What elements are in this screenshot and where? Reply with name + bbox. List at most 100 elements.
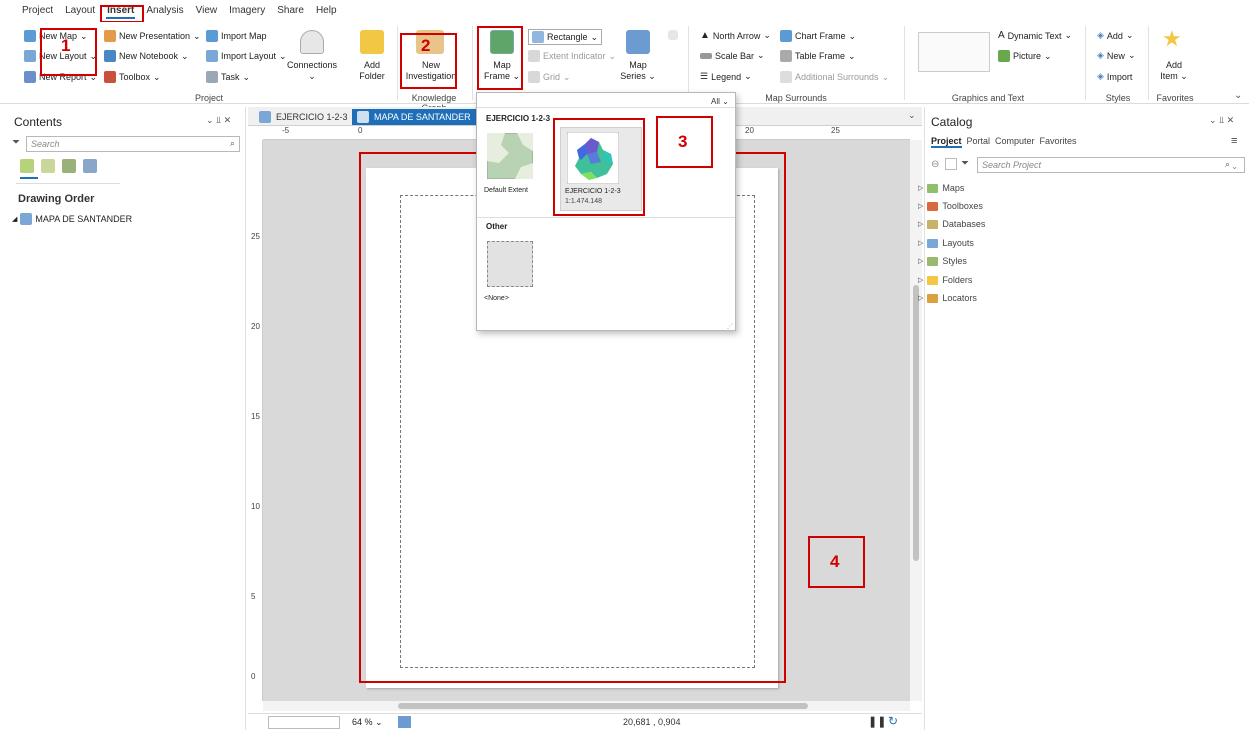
search-icon[interactable]: ⌕ ⌄ [1225,159,1237,170]
import-map-icon [206,30,218,42]
grid-button[interactable]: Grid ⌄ [528,71,571,83]
gallery-item-none[interactable]: <None> [484,239,544,303]
expand-icon[interactable]: ▷ [918,294,923,302]
menu-layout[interactable]: Layout [59,2,101,20]
insert-highlight-box [100,5,144,23]
scale-bar-button[interactable]: Scale Bar ⌄ [700,50,765,61]
add-folder-icon [360,30,384,54]
table-frame-button[interactable]: Table Frame ⌄ [780,50,856,62]
group-separator [472,26,473,100]
connections-button[interactable]: Connections ⌄ [286,60,338,82]
catalog-item-locators[interactable]: ▷ Locators [918,293,977,303]
new-notebook-button[interactable]: New Notebook ⌄ [104,50,189,62]
expand-icon[interactable]: ◢ [12,215,17,223]
pane-options-icon[interactable]: ⌄ ⫫ ✕ [206,115,231,126]
selection-icon[interactable] [41,159,55,173]
search-icon[interactable]: ⌕ [230,138,235,149]
gallery-filter[interactable]: All ⌄ [711,97,729,106]
catalog-item-layouts[interactable]: ▷ Layouts [918,238,974,248]
menu-help[interactable]: Help [310,2,343,20]
catalog-item-maps[interactable]: ▷ Maps [918,183,964,193]
picture-icon [998,50,1010,62]
dynamic-text-button[interactable]: A Dynamic Text ⌄ [998,30,1072,41]
tab-ejercicio[interactable]: EJERCICIO 1-2-3 [254,109,354,125]
toolbox-button[interactable]: Toolbox ⌄ [104,71,161,83]
favorites-group-label: Favorites [1156,93,1194,103]
drawing-order-icon[interactable] [20,159,34,173]
editing-icon[interactable] [62,159,76,173]
expand-icon[interactable]: ▷ [918,276,923,284]
chevron-down-icon: ⌄ [193,30,201,41]
chevron-down-icon: ⌄ [722,97,729,106]
menu-analysis[interactable]: Analysis [140,2,189,20]
maps-folder-icon [927,183,939,193]
catalog-item-folders[interactable]: ▷ Folders [918,275,972,285]
expand-icon[interactable]: ▷ [918,257,923,265]
chart-frame-button[interactable]: Chart Frame ⌄ [780,30,856,42]
refresh-icon[interactable]: ↻ [888,714,898,728]
expand-icon[interactable]: ▷ [918,220,923,228]
expand-icon[interactable]: ▷ [918,202,923,210]
resize-grip-icon[interactable]: ⋰ [727,323,733,330]
tab-list-icon[interactable]: ⌄ [908,110,916,121]
filter-icon[interactable]: ⏷ [12,137,20,148]
catalog-tab-project[interactable]: Project [931,136,962,148]
picture-button[interactable]: Picture ⌄ [998,50,1052,62]
horizontal-scroll-thumb[interactable] [398,703,808,709]
pause-drawing-icon[interactable]: ❚❚ [868,715,886,728]
expand-icon[interactable]: ▷ [918,184,923,192]
import-map-button[interactable]: Import Map [206,30,267,42]
map-series-icon [626,30,650,54]
task-button[interactable]: Task ⌄ [206,71,250,83]
navigator-icon[interactable] [398,716,411,728]
map-frame-highlight-box [477,26,523,90]
text-symbol-gallery[interactable] [918,32,990,72]
catalog-tab-favorites[interactable]: Favorites [1040,136,1077,148]
styles-group-label: Styles [1105,93,1131,103]
filter-icon[interactable]: ⏷ [961,158,969,169]
layer-item-mapa-santander[interactable]: ◢ MAPA DE SANTANDER [12,213,132,225]
add-style-button[interactable]: ◈ Add ⌄ [1097,30,1133,41]
chevron-down-icon: ⌄ [648,71,656,81]
menu-project[interactable]: Project [16,2,59,20]
copy-icon[interactable] [668,30,678,40]
home-icon[interactable] [945,158,957,170]
add-folder-button[interactable]: Add Folder [352,60,392,82]
extent-indicator-button[interactable]: Extent Indicator ⌄ [528,50,616,62]
catalog-tab-computer[interactable]: Computer [995,136,1035,148]
pane-options-icon[interactable]: ⌄ ⫫ ✕ [1209,115,1234,126]
snapping-icon[interactable] [83,159,97,173]
catalog-search-input[interactable]: Search Project [977,157,1245,173]
expand-icon[interactable]: ▷ [918,239,923,247]
add-item-button[interactable]: Add Item ⌄ [1154,60,1194,82]
catalog-item-databases[interactable]: ▷ Databases [918,219,985,229]
menu-share[interactable]: Share [271,2,310,20]
map-series-button[interactable]: Map Series ⌄ [618,60,658,82]
north-arrow-button[interactable]: ▲ North Arrow ⌄ [700,30,771,41]
scale-select[interactable] [268,716,340,729]
gallery-item-default-extent[interactable]: Default Extent [484,131,544,195]
rectangle-dropdown[interactable]: Rectangle ⌄ [528,29,603,45]
menu-imagery[interactable]: Imagery [223,2,271,20]
chevron-down-icon: ⌄ [757,50,765,60]
catalog-tab-portal[interactable]: Portal [967,136,991,148]
additional-surrounds-button[interactable]: Additional Surrounds ⌄ [780,71,889,83]
new-presentation-button[interactable]: New Presentation ⌄ [104,30,201,42]
contents-search-input[interactable]: Search [26,136,240,152]
grid-icon [528,71,540,83]
tab-mapa-santander[interactable]: MAPA DE SANTANDER ✕ [352,109,491,125]
ruler-tick-label: 15 [251,412,260,421]
menu-view[interactable]: View [190,2,224,20]
horizontal-scrollbar[interactable] [263,701,910,711]
menu-icon[interactable]: ≡ [1231,135,1237,147]
legend-button[interactable]: ☰ Legend ⌄ [700,71,752,82]
zoom-select[interactable]: 64 % ⌄ [352,717,383,728]
import-style-button[interactable]: ◈ Import [1097,71,1132,82]
catalog-item-toolboxes[interactable]: ▷ Toolboxes [918,201,983,211]
new-style-button[interactable]: ◈ New ⌄ [1097,50,1135,61]
back-icon[interactable]: ⊖ [931,159,939,170]
collapse-ribbon-icon[interactable]: ⌄ [1234,90,1242,101]
catalog-item-styles[interactable]: ▷ Styles [918,256,967,266]
vertical-scroll-thumb[interactable] [913,285,919,561]
import-layout-button[interactable]: Import Layout ⌄ [206,50,287,62]
